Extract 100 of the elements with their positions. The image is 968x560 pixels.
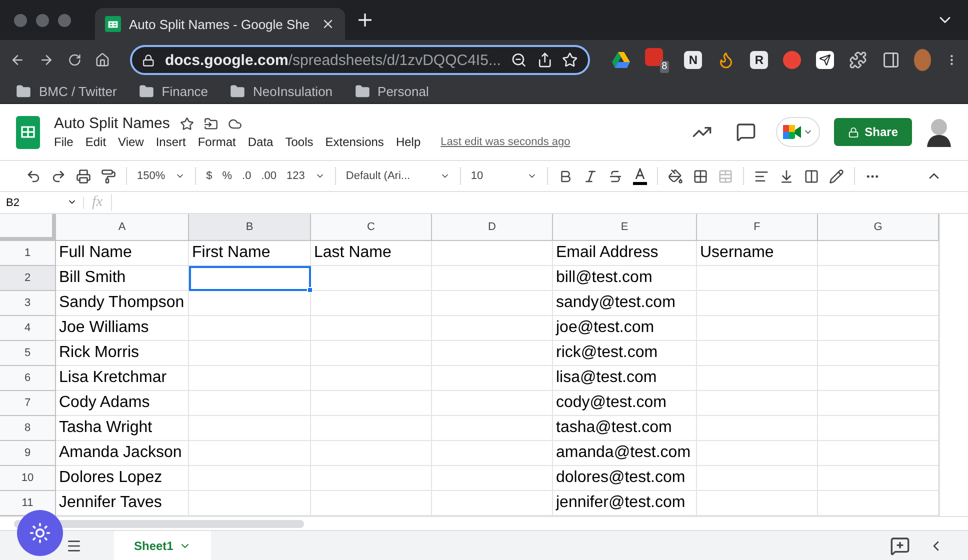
empty-cell[interactable] (697, 491, 818, 516)
print-icon[interactable] (76, 168, 91, 184)
column-header[interactable]: D (432, 214, 553, 241)
window-close-button[interactable] (14, 14, 27, 26)
row-header[interactable]: 11 (0, 491, 56, 516)
move-icon[interactable] (204, 116, 218, 130)
extensions-icon[interactable] (849, 51, 868, 69)
menu-item[interactable]: Extensions (325, 135, 384, 149)
column-header[interactable]: F (697, 214, 818, 241)
sheets-logo[interactable] (16, 116, 40, 148)
row-header[interactable]: 2 (0, 266, 56, 291)
star-icon[interactable] (180, 116, 194, 130)
folder-icon[interactable] (354, 84, 370, 99)
folder-icon[interactable] (230, 84, 246, 99)
send-icon[interactable] (816, 51, 834, 69)
empty-cell[interactable] (432, 366, 553, 391)
empty-cell[interactable] (432, 241, 553, 266)
empty-cell[interactable] (311, 466, 432, 491)
column-header[interactable]: C (311, 214, 432, 241)
text-color-icon[interactable] (632, 168, 647, 184)
share-button[interactable]: Share (834, 118, 912, 146)
align-icon[interactable] (754, 168, 769, 184)
row-header[interactable]: 4 (0, 316, 56, 341)
italic-icon[interactable] (582, 168, 598, 184)
folder-icon[interactable] (138, 84, 154, 99)
font-size-select[interactable]: 10 (470, 170, 517, 182)
lock-icon[interactable] (142, 54, 155, 66)
browser-tab[interactable]: Auto Split Names - Google She (95, 8, 345, 40)
empty-cell[interactable] (432, 491, 553, 516)
empty-cell[interactable] (189, 291, 311, 316)
select-all-corner[interactable] (0, 214, 56, 241)
empty-cell[interactable] (189, 491, 311, 516)
empty-cell[interactable] (189, 341, 311, 366)
empty-cell[interactable] (432, 466, 553, 491)
extension-icon[interactable]: N (684, 51, 702, 69)
menu-item[interactable]: View (118, 135, 144, 149)
menu-item[interactable]: Edit (85, 135, 106, 149)
empty-cell[interactable] (432, 291, 553, 316)
font-select[interactable]: Default (Ari... (346, 170, 430, 182)
column-header[interactable]: G (818, 214, 939, 241)
empty-cell[interactable] (432, 316, 553, 341)
number-format-select[interactable]: 123 (286, 170, 305, 182)
empty-cell[interactable] (697, 441, 818, 466)
empty-cell[interactable] (311, 441, 432, 466)
empty-cell[interactable] (697, 466, 818, 491)
empty-cell[interactable] (432, 341, 553, 366)
bookmark-link[interactable]: BMC / Twitter (39, 84, 117, 99)
empty-cell[interactable] (697, 341, 818, 366)
strikethrough-icon[interactable] (608, 168, 623, 184)
redo-icon[interactable] (51, 168, 66, 184)
column-header[interactable]: B (189, 214, 311, 241)
comment-icon[interactable] (736, 122, 756, 142)
paint-format-icon[interactable] (101, 168, 116, 184)
column-header[interactable]: E (553, 214, 697, 241)
menu-item[interactable]: Data (248, 135, 274, 149)
row-header[interactable]: 9 (0, 441, 56, 466)
row-header[interactable]: 5 (0, 341, 56, 366)
column-header[interactable]: A (56, 214, 189, 241)
last-edit-link[interactable]: Last edit was seconds ago (440, 136, 570, 148)
row-header[interactable]: 8 (0, 416, 56, 441)
folder-icon[interactable] (16, 84, 31, 99)
row-header[interactable]: 10 (0, 466, 56, 491)
merge-icon[interactable] (718, 168, 733, 184)
empty-cell[interactable] (432, 266, 553, 291)
empty-cell[interactable] (432, 441, 553, 466)
menu-item[interactable]: Tools (285, 135, 314, 149)
empty-cell[interactable] (189, 366, 311, 391)
window-minimize-button[interactable] (36, 14, 49, 26)
empty-cell[interactable] (697, 266, 818, 291)
selected-cell[interactable] (189, 266, 311, 291)
fill-color-icon[interactable] (668, 168, 683, 184)
document-title[interactable]: Auto Split Names (54, 115, 170, 132)
zoom-icon[interactable] (510, 52, 527, 68)
empty-cell[interactable] (432, 416, 553, 441)
share-icon[interactable] (536, 52, 552, 68)
sheet-tab[interactable]: Sheet1 (114, 531, 212, 560)
empty-cell[interactable] (189, 391, 311, 416)
empty-cell[interactable] (189, 316, 311, 341)
empty-cell[interactable] (697, 416, 818, 441)
empty-cell[interactable] (697, 291, 818, 316)
menu-item[interactable]: File (54, 135, 74, 149)
menu-item[interactable]: Format (198, 135, 236, 149)
drive-icon[interactable] (612, 52, 630, 68)
undo-icon[interactable] (26, 168, 41, 184)
bookmark-link[interactable]: NeoInsulation (253, 84, 333, 99)
meet-button[interactable] (776, 117, 820, 147)
row-header[interactable]: 3 (0, 291, 56, 316)
bookmark-link[interactable]: Personal (378, 84, 429, 99)
vertical-align-icon[interactable] (778, 168, 794, 184)
empty-cell[interactable] (697, 391, 818, 416)
extension-icon[interactable]: R (750, 51, 768, 69)
empty-cell[interactable] (311, 316, 432, 341)
empty-cell[interactable] (311, 341, 432, 366)
increase-decimals-button[interactable]: .00 (261, 170, 277, 182)
zoom-select[interactable]: 150% (137, 170, 166, 182)
user-avatar[interactable] (926, 117, 952, 147)
all-sheets-icon[interactable] (66, 538, 82, 554)
empty-cell[interactable] (311, 491, 432, 516)
empty-cell[interactable] (697, 316, 818, 341)
currency-button[interactable]: $ (206, 170, 212, 182)
